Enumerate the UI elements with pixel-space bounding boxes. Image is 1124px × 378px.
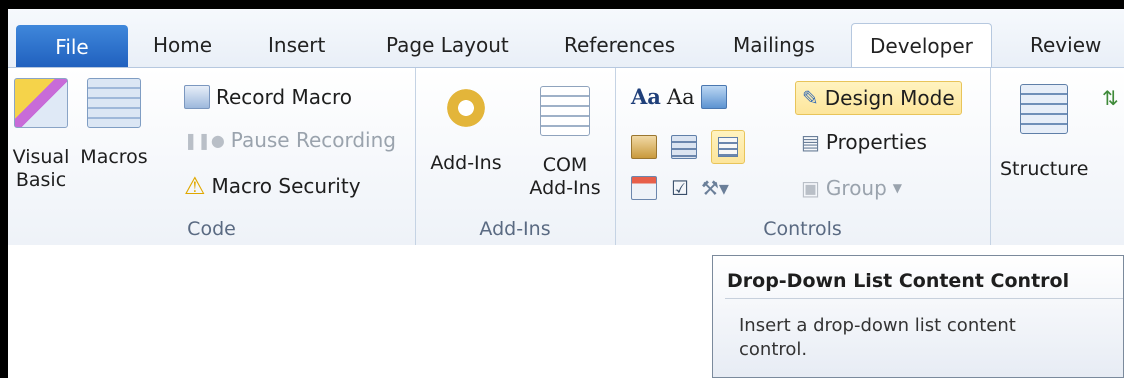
visual-basic-label-1: Visual	[12, 146, 70, 168]
rich-text-content-control-button[interactable]: Aa	[631, 84, 661, 109]
group-label-code: Code	[187, 218, 236, 240]
addins-button[interactable]: Add-Ins	[427, 86, 505, 175]
group-label-addins: Add-Ins	[479, 218, 551, 240]
group-code: Visual Basic Macros Record Macro ❚❚● Pau…	[8, 68, 416, 245]
drop-down-list-icon[interactable]	[711, 130, 745, 164]
tooltip-title: Drop-Down List Content Control	[727, 270, 1070, 292]
tab-references[interactable]: References	[564, 23, 675, 67]
controls-row-2	[631, 130, 745, 164]
structure-button[interactable]: Structure	[1000, 84, 1088, 181]
design-mode-button[interactable]: ✎ Design Mode	[795, 81, 962, 115]
group-button[interactable]: ▣ Group ▼	[801, 176, 902, 200]
pause-recording-label: Pause Recording	[230, 128, 396, 152]
pause-recording-button[interactable]: ❚❚● Pause Recording	[184, 128, 396, 152]
controls-row-1: Aa Aa	[631, 84, 727, 109]
ribbon-body: Visual Basic Macros Record Macro ❚❚● Pau…	[8, 67, 1124, 245]
chevron-down-icon: ▼	[892, 181, 903, 195]
record-macro-icon	[184, 85, 210, 109]
check-box-icon[interactable]: ☑	[671, 176, 689, 200]
picture-content-control-icon[interactable]	[700, 84, 727, 109]
group-addins: Add-Ins COM Add-Ins Add-Ins	[415, 68, 616, 245]
combo-box-icon[interactable]	[671, 135, 697, 159]
tab-insert[interactable]: Insert	[268, 23, 325, 67]
structure-icon	[1020, 84, 1068, 134]
group-label: Group	[825, 176, 887, 200]
tooltip-body: Insert a drop-down list content control.	[739, 315, 1016, 360]
group-icon: ▣	[801, 176, 820, 200]
com-addins-icon	[540, 86, 590, 136]
tab-developer[interactable]: Developer	[851, 23, 992, 68]
tooltip-separator	[725, 298, 1123, 299]
gear-icon	[444, 86, 488, 130]
group-mapping: Structure ⇅	[990, 68, 1124, 245]
date-picker-icon[interactable]	[631, 176, 657, 200]
group-label-controls: Controls	[763, 218, 842, 240]
com-label-2: Add-Ins	[529, 177, 601, 199]
window-left-border	[0, 0, 8, 378]
visual-basic-label-2: Basic	[15, 169, 67, 191]
record-macro-label: Record Macro	[216, 85, 352, 109]
macro-security-button[interactable]: ⚠ Macro Security	[184, 172, 361, 200]
visual-basic-button[interactable]: Visual Basic	[12, 78, 70, 192]
tab-home[interactable]: Home	[153, 23, 212, 67]
controls-row-3: ☑ ⚒▾	[631, 176, 729, 200]
tab-file[interactable]: File	[16, 25, 128, 69]
xml-mapping-icon[interactable]: ⇅	[1102, 86, 1119, 110]
properties-label: Properties	[825, 130, 927, 154]
design-mode-icon: ✎	[802, 86, 819, 110]
com-label-1: COM	[542, 154, 588, 176]
macros-label: Macros	[80, 146, 148, 168]
word-window: File Home Insert Page Layout References …	[0, 0, 1124, 378]
ribbon: File Home Insert Page Layout References …	[8, 9, 1124, 245]
macro-security-label: Macro Security	[211, 174, 361, 198]
group-controls: Aa Aa ☑ ⚒▾ ✎ Design Mode ▤ Properties ▣ …	[615, 68, 991, 245]
structure-label: Structure	[1000, 158, 1089, 180]
macros-button[interactable]: Macros	[76, 78, 152, 169]
macros-icon	[87, 78, 141, 128]
addins-label: Add-Ins	[430, 152, 502, 174]
pause-record-icon: ❚❚●	[184, 130, 225, 150]
design-mode-label: Design Mode	[824, 86, 955, 110]
ribbon-tab-bar: File Home Insert Page Layout References …	[8, 9, 1124, 69]
warning-icon: ⚠	[184, 172, 206, 200]
tooltip: Drop-Down List Content Control Insert a …	[712, 255, 1124, 378]
plain-text-content-control-button[interactable]: Aa	[667, 85, 695, 109]
properties-icon: ▤	[801, 130, 820, 154]
building-block-gallery-icon[interactable]	[631, 135, 657, 159]
com-addins-button[interactable]: COM Add-Ins	[521, 86, 609, 200]
tab-page-layout[interactable]: Page Layout	[386, 23, 509, 67]
tab-mailings[interactable]: Mailings	[733, 23, 815, 67]
legacy-tools-icon[interactable]: ⚒▾	[701, 176, 729, 200]
window-top-border	[0, 0, 1124, 9]
tab-review[interactable]: Review	[1030, 23, 1101, 67]
properties-button[interactable]: ▤ Properties	[801, 130, 927, 154]
record-macro-button[interactable]: Record Macro	[184, 85, 352, 109]
visual-basic-icon	[14, 78, 68, 128]
